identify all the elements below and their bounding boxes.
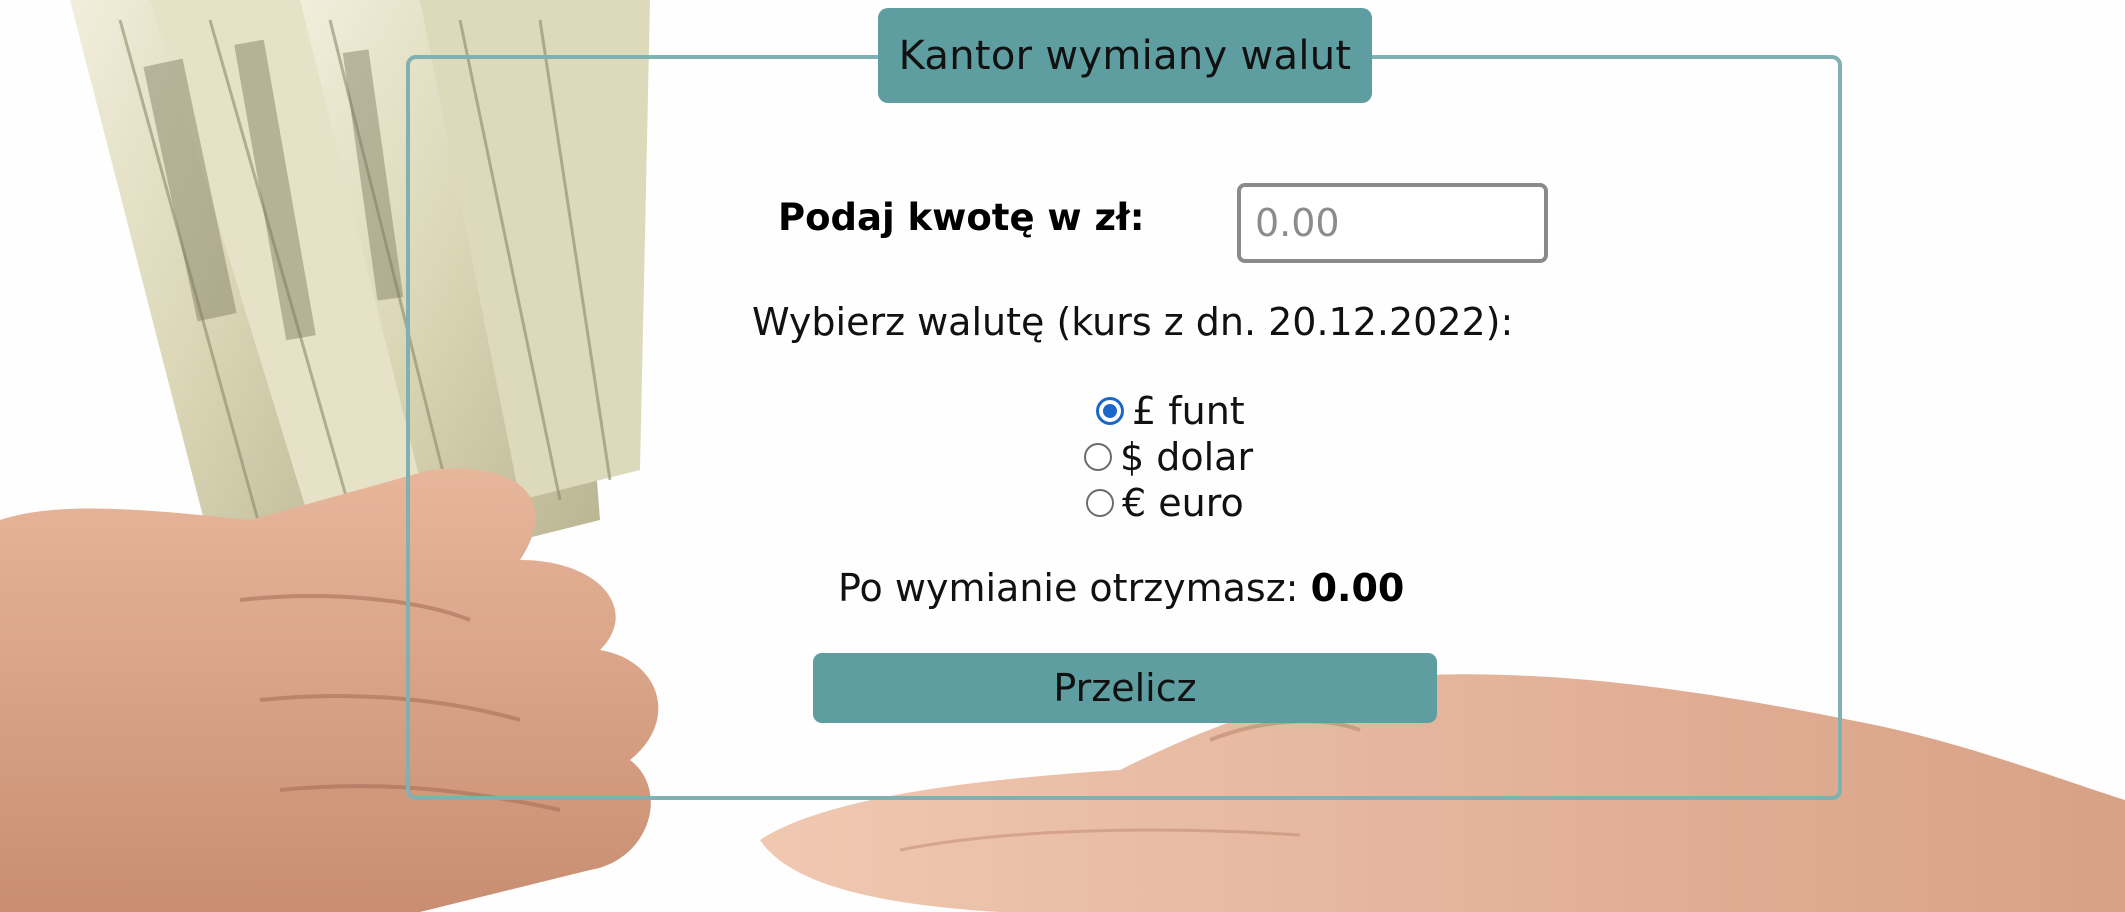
radio-dolar[interactable] (1084, 443, 1112, 471)
radio-funt[interactable] (1096, 397, 1124, 425)
currency-option-dolar[interactable]: $ dolar (1084, 435, 1253, 479)
result-line: Po wymianie otrzymasz: 0.00 (838, 566, 1404, 610)
radio-euro[interactable] (1086, 489, 1114, 517)
calculate-button[interactable]: Przelicz (813, 653, 1437, 723)
currency-option-euro[interactable]: € euro (1086, 481, 1244, 525)
form-legend: Kantor wymiany walut (878, 8, 1372, 103)
amount-label: Podaj kwotę w zł: (778, 196, 1145, 239)
amount-input[interactable] (1237, 183, 1548, 263)
currency-label-dolar: $ dolar (1120, 435, 1254, 479)
page: Kantor wymiany walut Podaj kwotę w zł: W… (0, 0, 2125, 912)
currency-label-funt: £ funt (1132, 389, 1245, 433)
currency-option-funt[interactable]: £ funt (1096, 389, 1245, 433)
currency-prompt: Wybierz walutę (kurs z dn. 20.12.2022): (752, 300, 1514, 344)
result-value: 0.00 (1310, 566, 1405, 610)
currency-label-euro: € euro (1122, 481, 1244, 525)
result-label: Po wymianie otrzymasz: (838, 566, 1311, 610)
